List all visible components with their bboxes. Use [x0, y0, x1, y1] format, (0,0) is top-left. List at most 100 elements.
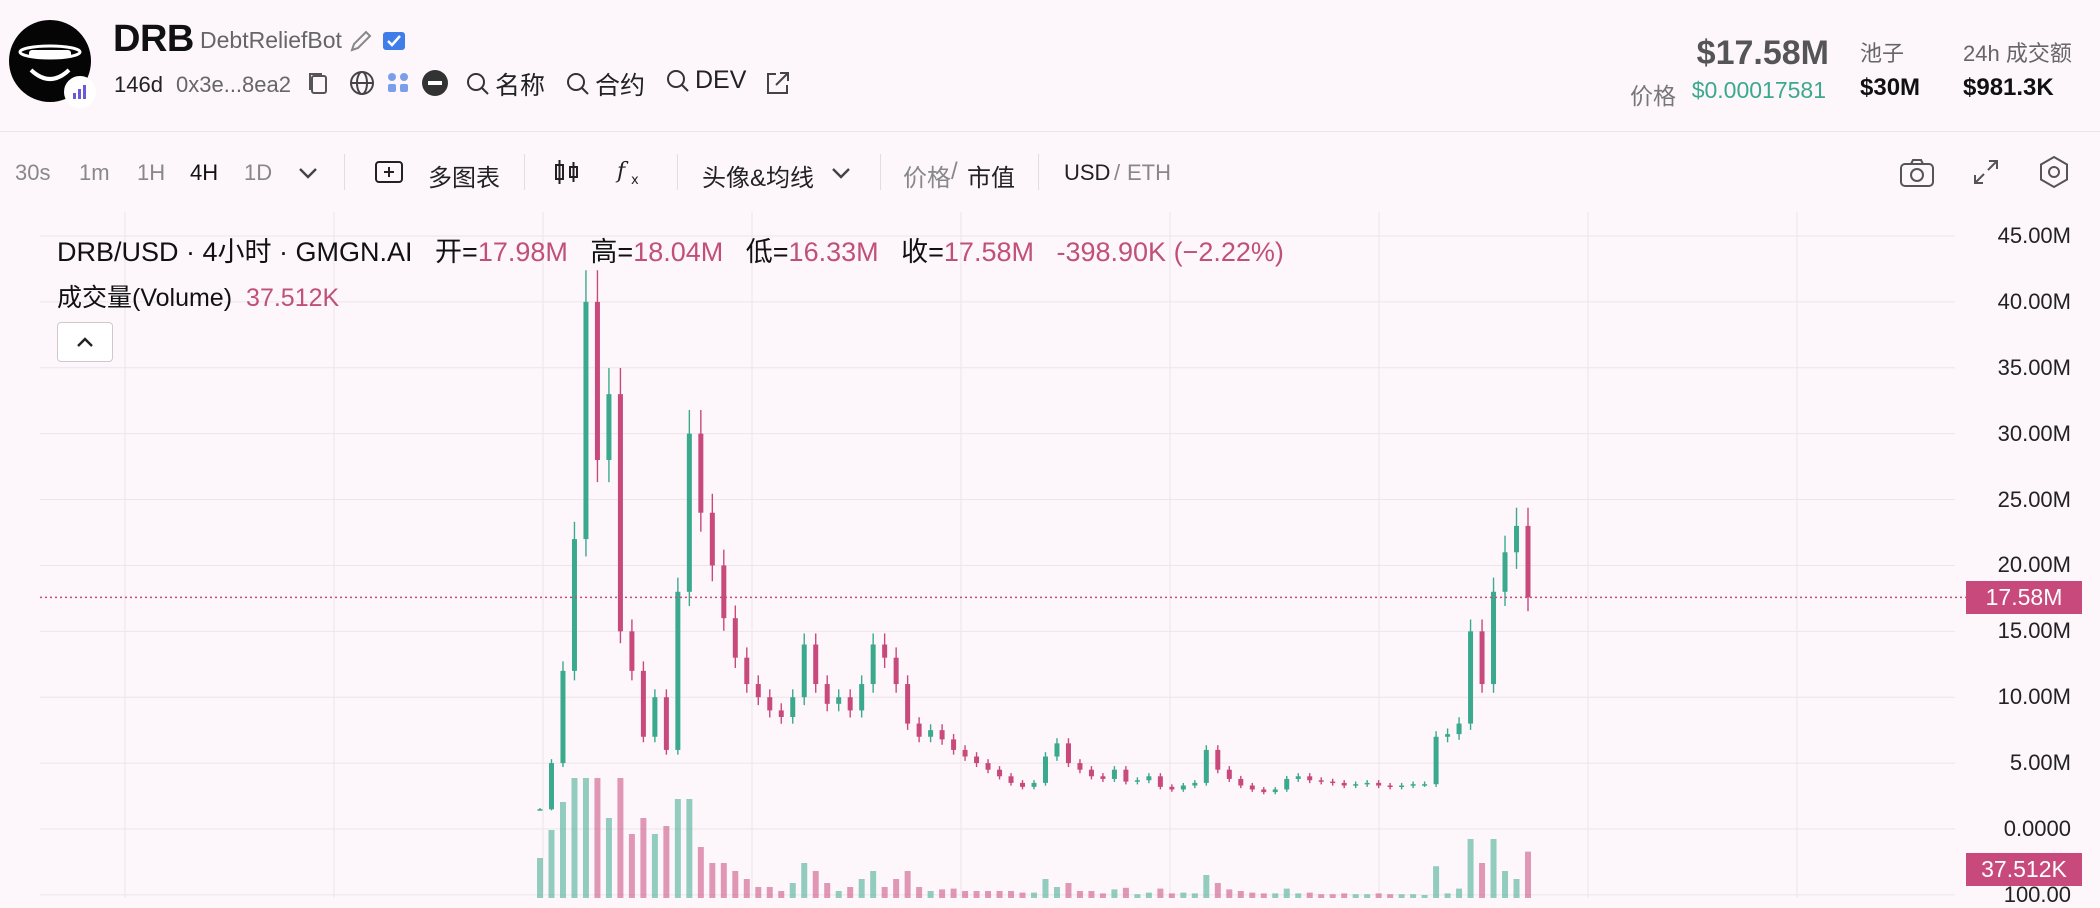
volume-bar	[1076, 891, 1083, 898]
volume-bar	[973, 891, 980, 898]
volume-bar	[605, 818, 612, 898]
volume-bar	[1226, 889, 1233, 898]
edit-icon[interactable]	[348, 28, 374, 54]
search-icon	[667, 69, 689, 92]
fullscreen-icon[interactable]	[1970, 156, 2002, 188]
volume-bar	[582, 778, 589, 898]
timeframe-30s[interactable]: 30s	[15, 160, 50, 186]
search-name-link[interactable]: 名称	[465, 66, 545, 102]
eth-toggle[interactable]: ETH	[1127, 160, 1171, 186]
candle-body	[1364, 782, 1370, 785]
timeframe-4h[interactable]: 4H	[190, 160, 218, 186]
candle-body	[1399, 785, 1405, 788]
volume-bar	[571, 778, 578, 898]
volume-legend-label: 成交量(Volume)	[57, 284, 233, 312]
search-dev-link[interactable]: DEV	[665, 66, 746, 95]
contract-address[interactable]: 0x3e...8ea2	[176, 72, 291, 98]
volume-bar	[996, 891, 1003, 898]
volume-24h-label: 24h 成交额	[1963, 41, 2072, 66]
external-link-icon[interactable]	[763, 68, 793, 98]
volume-bar	[789, 883, 796, 898]
volume-bar	[778, 891, 785, 898]
y-tick-label: 30.00M	[1997, 420, 2071, 446]
candle-body	[1353, 784, 1359, 786]
volume-bar	[1433, 866, 1440, 898]
volume-bar	[686, 799, 693, 898]
candle-body	[801, 644, 807, 698]
settings-icon[interactable]	[2036, 154, 2072, 190]
volume-bar	[1145, 892, 1152, 898]
volume-bar	[812, 871, 819, 898]
volume-bar	[1398, 894, 1405, 898]
candle-body	[629, 631, 635, 671]
volume-bar	[1306, 892, 1313, 898]
timeframe-1m[interactable]: 1m	[79, 160, 110, 186]
timeframe-1h[interactable]: 1H	[137, 160, 165, 186]
candle-body	[836, 697, 842, 704]
globe-icon[interactable]	[347, 68, 377, 98]
volume-bar	[755, 887, 762, 898]
price-toggle[interactable]: 价格	[903, 158, 951, 193]
volume-bar	[663, 826, 670, 898]
volume-bar	[1065, 883, 1072, 898]
volume-bar	[548, 830, 555, 898]
market-cap: $17.58M	[1696, 34, 1829, 72]
community-icon[interactable]	[383, 68, 413, 98]
y-tick-label: 0.0000	[2003, 816, 2071, 841]
candle-body	[537, 809, 543, 811]
price-label: 价格	[1630, 83, 1676, 109]
chart-toolbar: 30s 1m 1H 4H 1D 多图表 fx 头像&均线 价格 / 市值 USD…	[0, 132, 2100, 212]
candle-body	[997, 769, 1003, 777]
candle-body	[1318, 780, 1324, 782]
change-value: -398.90K (−2.22%)	[1056, 237, 1284, 267]
volume-bar	[962, 891, 969, 898]
usd-toggle[interactable]: USD	[1064, 160, 1110, 186]
candle-body	[893, 657, 899, 685]
volume-bar	[1364, 894, 1371, 898]
candle-body	[1272, 789, 1278, 793]
chevron-down-icon[interactable]	[828, 162, 854, 184]
volume-bar	[594, 778, 601, 898]
pool-label: 池子	[1860, 41, 1905, 66]
volume-bar	[732, 871, 739, 898]
minus-circle-icon[interactable]	[420, 68, 450, 98]
candle-body	[663, 697, 669, 750]
search-contract-link[interactable]: 合约	[565, 66, 645, 102]
price-chart[interactable]: DRB/USD · 4小时 · GMGN.AI 开=17.98M 高=18.04…	[0, 212, 2100, 907]
multi-chart-button[interactable]: 多图表	[428, 158, 500, 193]
volume-bar	[1479, 863, 1486, 898]
candle-body	[560, 670, 566, 764]
chart-canvas[interactable]	[0, 212, 2100, 898]
volume-bar	[1088, 891, 1095, 898]
camera-icon[interactable]	[1898, 156, 1936, 190]
volume-bar	[801, 863, 808, 898]
candle-type-icon[interactable]	[551, 156, 583, 188]
toolbar-divider	[880, 154, 881, 190]
y-tick-label: 20.00M	[1997, 552, 2071, 578]
market-cap-toggle[interactable]: 市值	[967, 158, 1015, 193]
candle-body	[928, 730, 934, 737]
chart-grid	[40, 212, 1955, 898]
copy-icon[interactable]	[303, 68, 333, 98]
avatar-ma-button[interactable]: 头像&均线	[702, 158, 814, 193]
toolbar-divider	[524, 154, 525, 190]
volume-bar	[1237, 891, 1244, 898]
volume-bar	[1260, 893, 1267, 898]
function-icon[interactable]: fx	[614, 156, 646, 188]
volume-bar	[881, 887, 888, 898]
timeframe-1d[interactable]: 1D	[244, 160, 272, 186]
volume-bar	[559, 802, 566, 898]
toggle-separator: /	[951, 158, 958, 185]
svg-text:f: f	[615, 159, 629, 184]
volume-bar	[628, 834, 635, 898]
multi-chart-icon[interactable]	[373, 156, 405, 188]
volume-bar	[927, 891, 934, 898]
candle-body	[594, 301, 600, 461]
candle-body	[1111, 769, 1117, 779]
candle-body	[1020, 782, 1026, 787]
candle-body	[1456, 723, 1462, 735]
chevron-down-icon[interactable]	[295, 162, 321, 184]
collapse-legend-button[interactable]	[57, 322, 113, 362]
candle-body	[767, 697, 773, 711]
candle-body	[778, 710, 784, 717]
